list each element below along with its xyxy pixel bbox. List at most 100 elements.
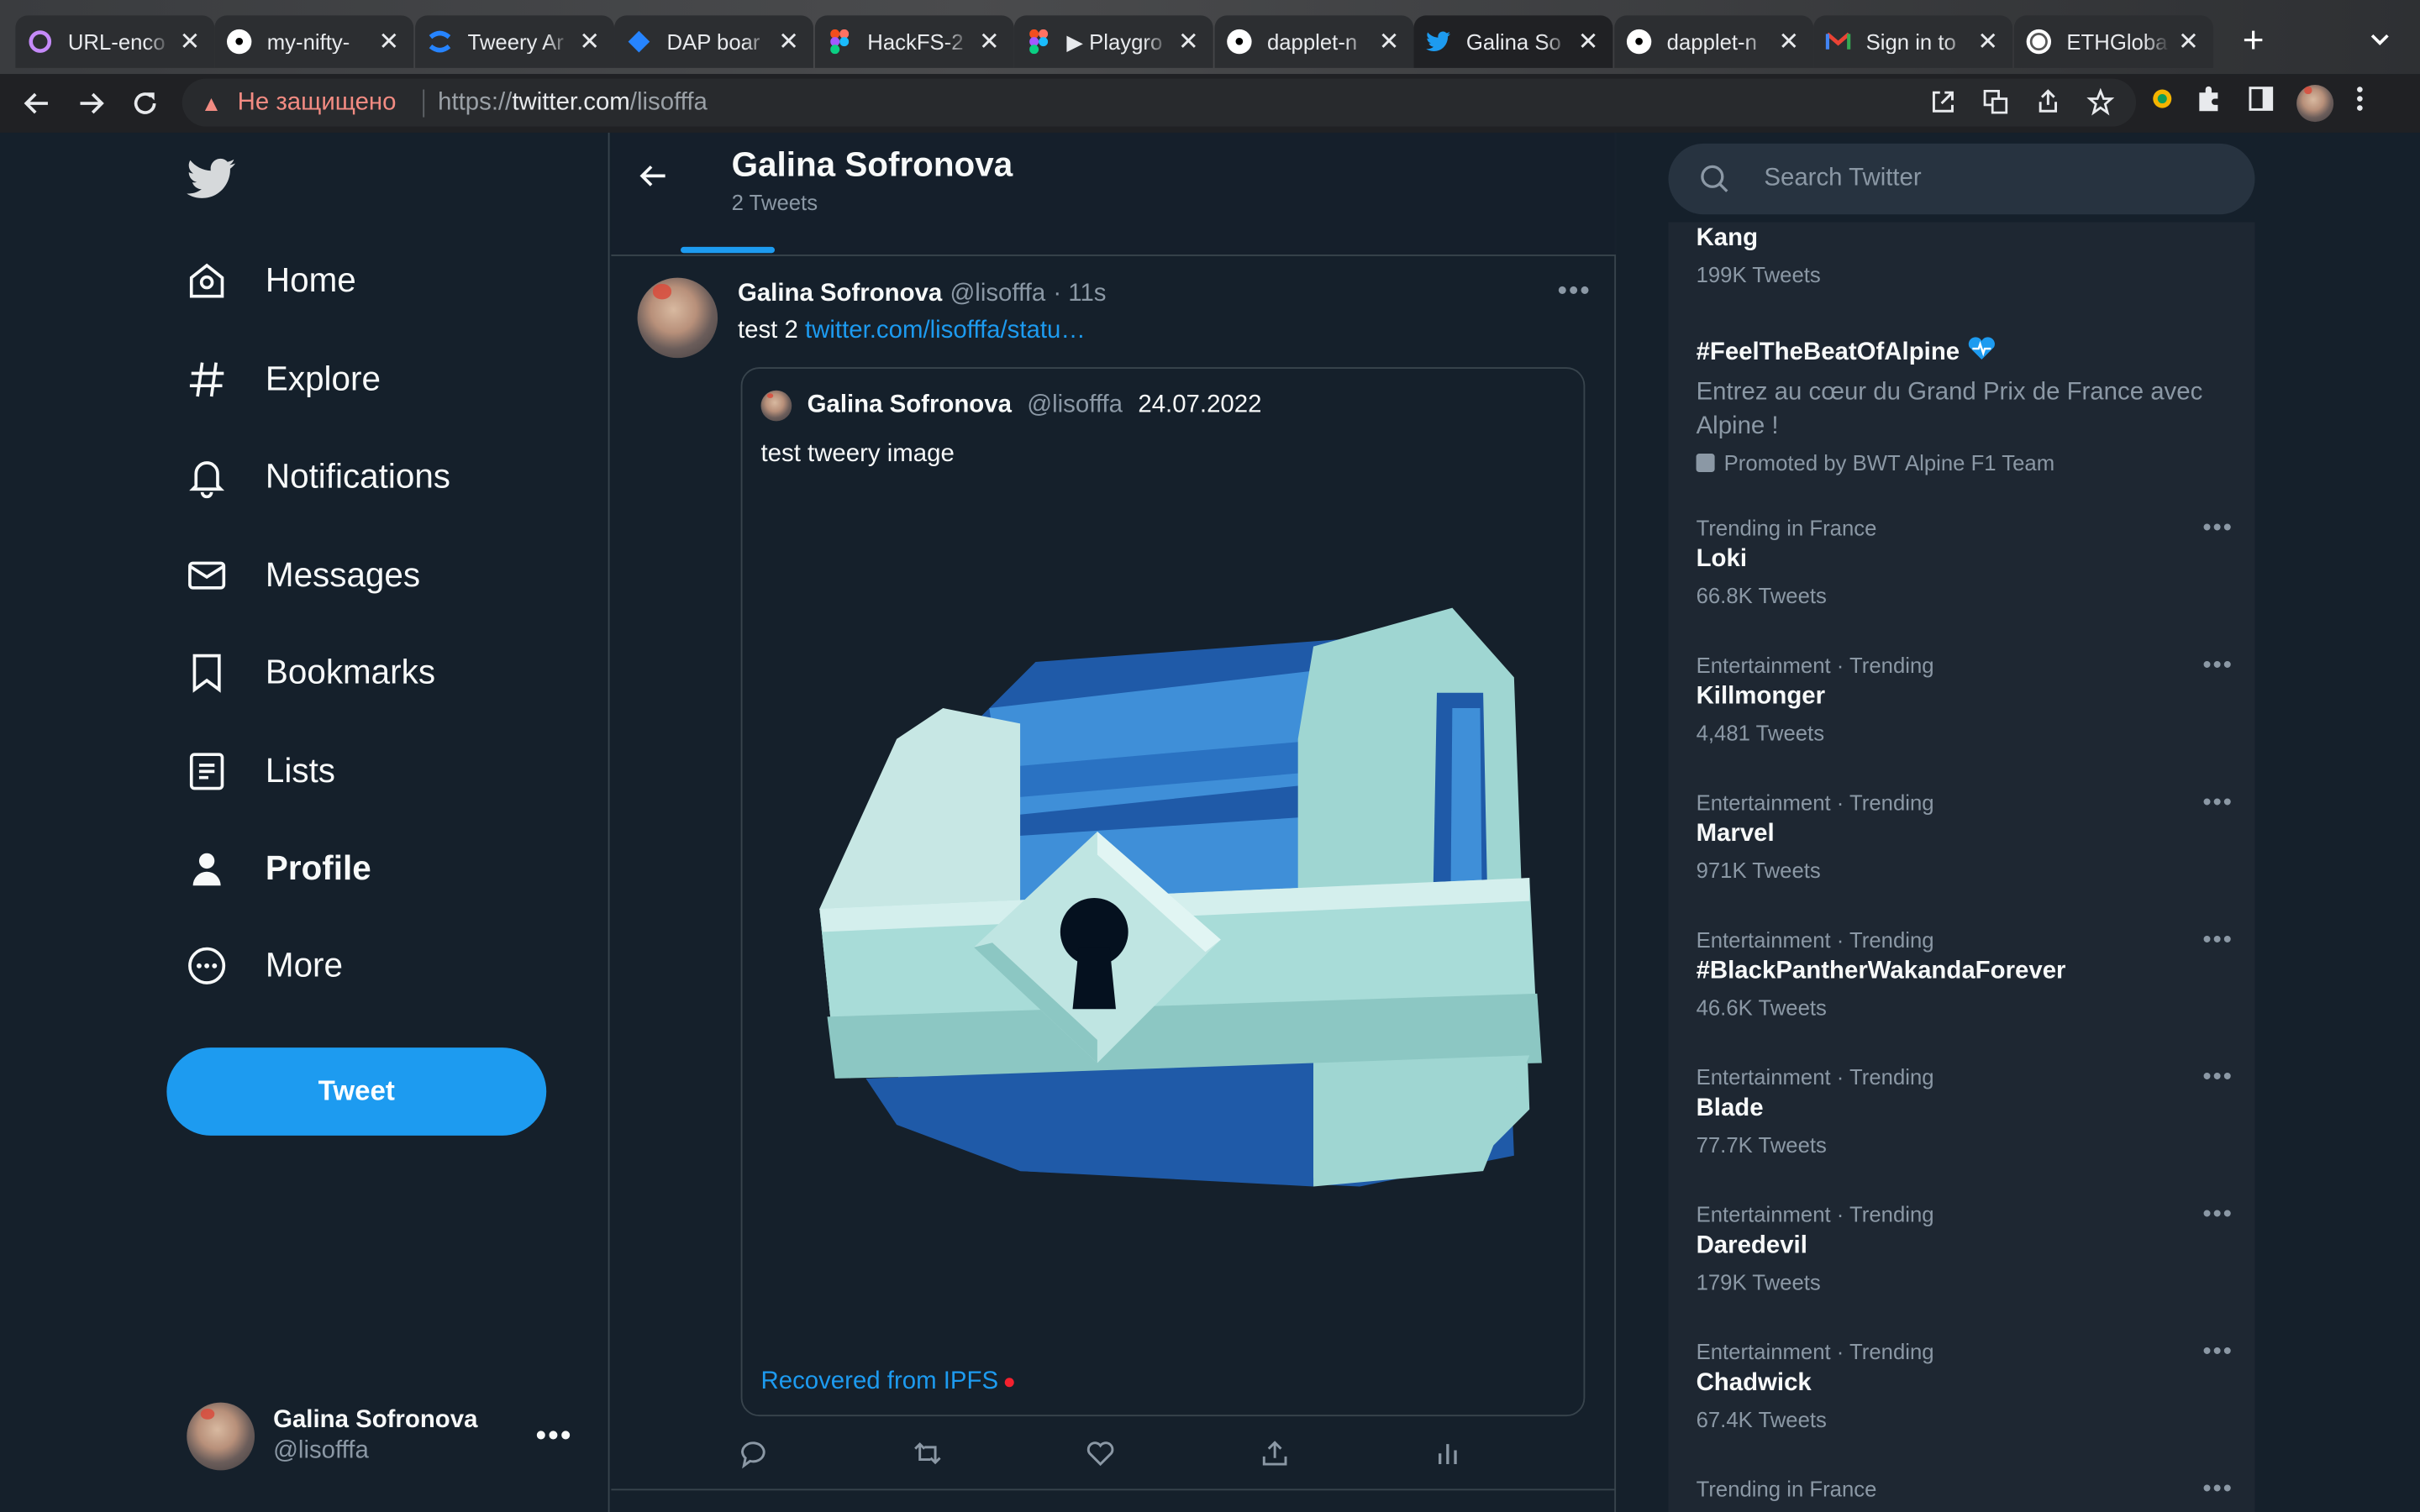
account-switcher[interactable]: Galina Sofronova @lisofffa ••• <box>187 1401 588 1472</box>
share-icon[interactable] <box>1259 1438 1290 1469</box>
open-in-app-icon[interactable] <box>1929 88 1957 123</box>
address-bar[interactable]: ▲ Не защищено https://twitter.com/lisoff… <box>182 78 2137 127</box>
close-icon[interactable]: ✕ <box>1776 26 1801 57</box>
divider <box>422 88 424 117</box>
nav-label: More <box>265 945 343 984</box>
extensions-puzzle-icon[interactable] <box>2195 83 2226 122</box>
quoted-text: test tweery image <box>760 441 955 468</box>
trend-item[interactable]: Entertainment · Trending #BlackPantherWa… <box>1697 927 2237 1020</box>
close-icon[interactable]: ✕ <box>977 26 1002 57</box>
retweet-icon[interactable] <box>912 1438 943 1469</box>
tweet-button[interactable]: Tweet <box>166 1047 547 1136</box>
close-icon[interactable]: ✕ <box>577 26 602 57</box>
twitter-logo-icon[interactable] <box>187 157 236 203</box>
reply-icon[interactable] <box>738 1438 769 1469</box>
figma-icon <box>1026 29 1050 55</box>
tweet-author-handle[interactable]: @lisofffa <box>950 281 1045 308</box>
tab-search-icon[interactable] <box>2369 28 2393 52</box>
bookmark-star-icon[interactable] <box>2086 87 2115 123</box>
close-icon[interactable]: ✕ <box>1975 26 2000 57</box>
close-icon[interactable]: ✕ <box>376 26 401 57</box>
like-icon[interactable] <box>1085 1438 1116 1469</box>
reload-icon[interactable] <box>125 83 166 123</box>
browser-tab-active[interactable]: Galina So ✕ <box>1413 15 1613 68</box>
nav-item-messages[interactable]: Messages <box>185 544 420 606</box>
trend-item[interactable]: Entertainment · Trending Daredevil 179K … <box>1697 1202 2237 1294</box>
bookmark-icon <box>192 654 221 693</box>
profile-avatar-icon[interactable] <box>2296 84 2334 122</box>
tweet-author-name[interactable]: Galina Sofronova <box>738 281 942 308</box>
more-dots-icon[interactable]: ••• <box>2202 653 2233 680</box>
trend-item[interactable]: Entertainment · Trending Killmonger 4,48… <box>1697 653 2237 745</box>
treasure-chest-image[interactable] <box>804 600 1560 1217</box>
analytics-icon[interactable] <box>1432 1438 1463 1469</box>
browser-tab[interactable]: ETHGloba ✕ <box>2013 15 2213 68</box>
tweet[interactable]: Galina Sofronova @lisofffa · 11s ••• tes… <box>611 256 1617 1491</box>
trend-name: #BlackPantherWakandaForever <box>1696 958 2066 984</box>
hashtag-icon <box>189 362 224 397</box>
trend-meta: Trending in France <box>1696 1476 1877 1502</box>
extension-color-icon[interactable] <box>2151 88 2173 118</box>
browser-tab[interactable]: ● dapplet-n ✕ <box>1214 15 1414 68</box>
browser-tab[interactable]: ● my-nifty- ✕ <box>214 15 414 68</box>
browser-tab[interactable]: HackFS-2 ✕ <box>814 15 1014 68</box>
close-icon[interactable]: ✕ <box>1576 26 1600 57</box>
tab-title: dapplet-n <box>1266 29 1358 55</box>
nav-label: Bookmarks <box>265 652 436 691</box>
more-dots-icon[interactable]: ••• <box>535 1420 572 1455</box>
nav-item-profile[interactable]: Profile <box>185 837 371 899</box>
trend-item[interactable]: Entertainment · Trending Chadwick 67.4K … <box>1697 1339 2237 1431</box>
new-tab-button[interactable]: + <box>2236 21 2270 62</box>
browser-tab[interactable]: DAP boar ✕ <box>614 15 813 68</box>
nav-item-lists[interactable]: Lists <box>185 741 335 802</box>
share-icon[interactable] <box>2034 88 2062 123</box>
more-dots-icon[interactable]: ••• <box>2202 790 2233 817</box>
nav-item-bookmarks[interactable]: Bookmarks <box>185 642 435 703</box>
browser-tab[interactable]: Tweery Ar ✕ <box>415 15 615 68</box>
forward-arrow-icon[interactable] <box>71 83 111 123</box>
promoted-label: Promoted by BWT Alpine F1 Team <box>1696 450 2237 475</box>
chrome-menu-icon[interactable] <box>2355 85 2365 120</box>
close-icon[interactable]: ✕ <box>776 26 801 57</box>
trend-item[interactable]: Entertainment · Trending Blade 77.7K Twe… <box>1697 1064 2237 1157</box>
close-icon[interactable]: ✕ <box>177 26 202 57</box>
back-arrow-icon[interactable] <box>17 83 57 123</box>
more-dots-icon[interactable]: ••• <box>2202 1339 2233 1367</box>
ipfs-label[interactable]: Recovered from IPFS <box>761 1368 1014 1396</box>
browser-tab[interactable]: URL-enco ✕ <box>15 15 215 68</box>
tweet-link[interactable]: twitter.com/lisofffa/statu… <box>805 318 1086 344</box>
avatar[interactable] <box>637 277 718 359</box>
back-arrow-icon[interactable] <box>638 160 671 194</box>
trend-item[interactable]: Kang 199K Tweets <box>1697 225 2237 286</box>
trend-item[interactable]: Trending in France ••• <box>1696 1476 2237 1504</box>
trend-item[interactable]: Entertainment · Trending Marvel 971K Twe… <box>1697 790 2237 882</box>
nav-item-home[interactable]: Home <box>185 250 356 312</box>
browser-tab[interactable]: ● dapplet-n ✕ <box>1614 15 1814 68</box>
more-dots-icon[interactable]: ••• <box>2202 1202 2233 1230</box>
tweet-time[interactable]: · 11s <box>1053 281 1106 308</box>
more-dots-icon[interactable]: ••• <box>2202 927 2233 955</box>
more-dots-icon[interactable]: ••• <box>2202 1064 2233 1092</box>
close-icon[interactable]: ✕ <box>1176 26 1201 57</box>
translate-icon[interactable] <box>1981 88 2009 123</box>
more-dots-icon[interactable]: ••• <box>2202 515 2233 543</box>
more-dots-icon[interactable]: ••• <box>2202 1477 2233 1504</box>
browser-tab[interactable]: ▶ Playgro ✕ <box>1013 15 1213 68</box>
trend-item[interactable]: Trending in France Loki 66.8K Tweets ••• <box>1697 515 2237 607</box>
trend-name: Killmonger <box>1696 683 1826 710</box>
close-icon[interactable]: ✕ <box>1376 26 1401 57</box>
search-input[interactable]: Search Twitter <box>1668 143 2255 215</box>
quoted-tweet[interactable]: Galina Sofronova @lisofffa 24.07.2022 te… <box>740 367 1586 1417</box>
side-panel-icon[interactable] <box>2247 85 2275 120</box>
close-icon[interactable]: ✕ <box>2176 26 2201 57</box>
promoted-icon <box>1696 454 1715 473</box>
more-dots-icon[interactable]: ••• <box>1557 275 1591 307</box>
nav-item-explore[interactable]: Explore <box>185 349 381 410</box>
browser-tab[interactable]: Sign in to ✕ <box>1813 15 2013 68</box>
tab-title: Sign in to <box>1865 29 1956 55</box>
avatar <box>760 390 792 422</box>
nav-item-notifications[interactable]: Notifications <box>185 446 450 507</box>
trend-item-promoted[interactable]: #FeelTheBeatOfAlpine Entrez au cœur du G… <box>1696 336 2237 475</box>
browser-tab-strip: URL-enco ✕ ● my-nifty- ✕ Tweery Ar ✕ DAP… <box>0 0 2420 75</box>
nav-item-more[interactable]: More <box>185 935 343 996</box>
